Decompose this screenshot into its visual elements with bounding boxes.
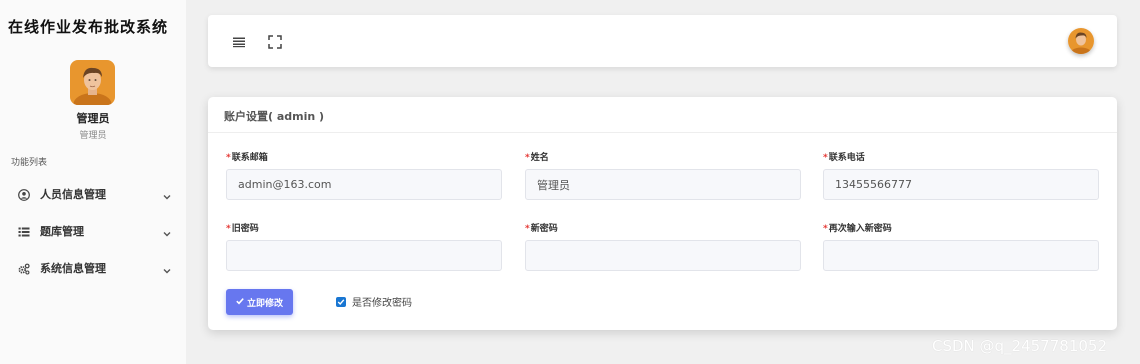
user-role: 管理员 — [79, 131, 107, 141]
sidebar: 在线作业发布批改系统 管理员 管理员 功能列表 人员信息管理 题库管理 系统信息… — [0, 0, 186, 364]
required-mark: * — [525, 153, 530, 163]
checkbox-checked-icon[interactable] — [336, 296, 346, 307]
app-title: 在线作业发布批改系统 — [8, 18, 169, 36]
card-title: 账户设置( admin ) — [224, 110, 325, 123]
new-password-label: *新密码 — [525, 224, 558, 234]
submit-button[interactable]: 立即修改 — [226, 289, 293, 315]
old-password-label: *旧密码 — [226, 224, 259, 234]
sidebar-item-label: 题库管理 — [40, 225, 84, 238]
submit-button-label: 立即修改 — [246, 298, 283, 309]
required-mark: * — [226, 224, 231, 234]
sidebar-item-label: 人员信息管理 — [40, 188, 106, 201]
email-field[interactable] — [226, 169, 502, 200]
checkbox-label: 是否修改密码 — [352, 298, 412, 309]
top-navbar — [208, 15, 1117, 67]
user-avatar-menu[interactable] — [1068, 28, 1094, 54]
email-label: *联系邮箱 — [226, 153, 268, 163]
sidebar-item-personnel[interactable]: 人员信息管理 — [0, 178, 186, 208]
new-password-field[interactable] — [525, 240, 801, 271]
phone-label: *联系电话 — [823, 153, 865, 163]
old-password-field[interactable] — [226, 240, 502, 271]
chevron-down-icon — [162, 187, 172, 200]
account-settings-card: 账户设置( admin ) *联系邮箱 *姓名 *联系电话 *旧密码 *新密码 … — [208, 97, 1117, 330]
list-icon — [18, 223, 30, 237]
chevron-down-icon — [162, 224, 172, 237]
name-field[interactable] — [525, 169, 801, 200]
required-mark: * — [525, 224, 530, 234]
sidebar-item-label: 系统信息管理 — [40, 262, 106, 275]
required-mark: * — [823, 153, 828, 163]
hamburger-icon[interactable] — [232, 34, 246, 48]
sidebar-item-question-bank[interactable]: 题库管理 — [0, 215, 186, 245]
confirm-password-field[interactable] — [823, 240, 1099, 271]
check-icon — [236, 297, 244, 308]
user-name: 管理员 — [76, 112, 110, 125]
phone-field[interactable] — [823, 169, 1099, 200]
card-header: 账户设置( admin ) — [208, 97, 1117, 133]
user-circle-icon — [18, 186, 30, 201]
cogs-icon — [18, 260, 30, 275]
watermark: CSDN @q_2457781052 — [932, 337, 1107, 355]
sidebar-item-system-info[interactable]: 系统信息管理 — [0, 252, 186, 282]
confirm-password-label: *再次输入新密码 — [823, 224, 892, 234]
chevron-down-icon — [162, 261, 172, 274]
user-avatar — [70, 60, 115, 105]
sidebar-section-label: 功能列表 — [11, 158, 48, 168]
name-label: *姓名 — [525, 153, 549, 163]
required-mark: * — [823, 224, 828, 234]
required-mark: * — [226, 153, 231, 163]
change-password-checkbox[interactable]: 是否修改密码 — [336, 294, 412, 309]
fullscreen-icon[interactable] — [268, 34, 282, 49]
